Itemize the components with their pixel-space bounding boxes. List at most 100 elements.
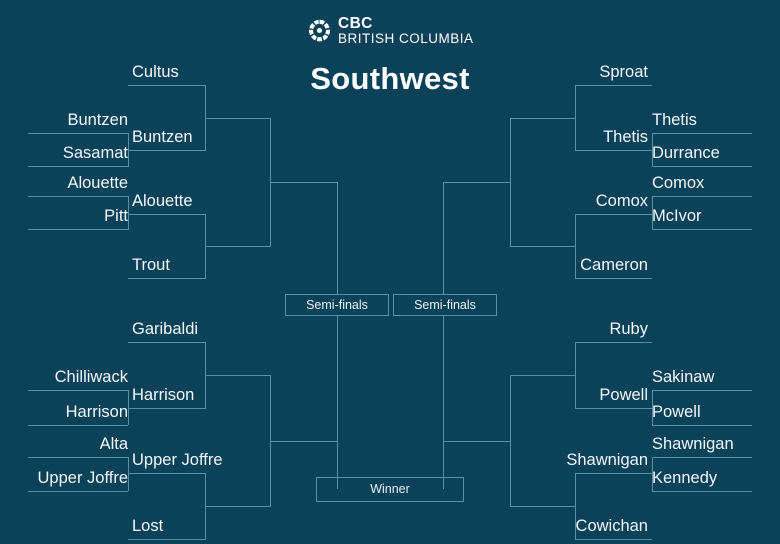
slot-right-r1-1-top[interactable]: Comox [652,170,778,196]
slot-right-r2-1-top[interactable]: Comox [528,188,648,214]
page-header: CBC BRITISH COLUMBIA Southwest [0,0,780,110]
bracket-page: CBC BRITISH COLUMBIA Southwest Buntzen S… [0,0,780,544]
line-right-r1-0-bottom [652,166,752,167]
line-left-r1-1-top [28,196,128,197]
line-right-r2-2-bottom [575,408,652,409]
line-right-r3-1-top [510,375,575,376]
slot-left-r1-0-bottom[interactable]: Sasamat [10,140,128,166]
slot-left-r2-0-bottom[interactable]: Buntzen [132,124,252,150]
line-right-r2-0-bottom [575,150,652,151]
conn-right-r1-0 [652,133,653,167]
line-left-r1-2-top [28,390,128,391]
line-right-r1-1-bottom [652,229,752,230]
slot-left-r1-2-bottom[interactable]: Harrison [10,399,128,425]
slot-right-r1-2-top[interactable]: Sakinaw [652,364,778,390]
slot-right-r2-1-bottom[interactable]: Cameron [528,252,648,278]
line-left-r2-1-top [128,214,205,215]
line-left-r1-2-bottom [28,425,128,426]
line-right-r2-2-top [575,342,652,343]
slot-left-r2-2-bottom[interactable]: Harrison [132,382,252,408]
slot-left-r2-1-bottom[interactable]: Trout [132,252,252,278]
conn-right-r1-3 [652,457,653,491]
slot-left-r2-3-bottom[interactable]: Lost [132,513,252,539]
conn-right-r2-2 [575,342,576,409]
conn-right-r3-1 [510,375,511,507]
line-left-r2-3-bottom [128,539,205,540]
slot-right-r1-1-bottom[interactable]: McIvor [652,203,778,229]
slot-right-r1-0-top[interactable]: Thetis [652,107,778,133]
line-left-r2-0-top [128,85,205,86]
slot-left-r1-3-top[interactable]: Alta [10,431,128,457]
line-right-r3-0-top [510,118,575,119]
slot-right-r2-2-top[interactable]: Ruby [528,316,648,342]
line-right-r2-3-bottom [575,539,652,540]
line-left-semi-bottom [270,441,337,442]
semifinal-left-box[interactable]: Semi-finals [285,294,389,316]
line-left-r1-1-bottom [28,229,128,230]
cbc-gem-icon [308,19,331,42]
slot-right-r2-2-bottom[interactable]: Powell [528,382,648,408]
conn-right-semi-lower [443,316,444,442]
slot-left-r1-2-top[interactable]: Chilliwack [10,364,128,390]
line-left-r1-0-top [28,133,128,134]
conn-left-r1-1 [128,196,129,230]
line-right-r1-0-top [652,133,752,134]
slot-left-r1-1-bottom[interactable]: Pitt [10,203,128,229]
line-right-r1-1-top [652,196,752,197]
line-right-r1-3-bottom [652,491,752,492]
line-left-r1-0-bottom [28,166,128,167]
line-right-r1-2-top [652,390,752,391]
conn-right-r3-0 [510,118,511,247]
line-right-semi-bottom [443,441,510,442]
cbc-logo-wordmark: CBC BRITISH COLUMBIA [338,16,474,46]
line-left-r3-0-top [205,118,270,119]
line-left-r2-0-bottom [128,150,205,151]
conn-left-r1-3 [128,457,129,491]
conn-right-r2-0 [575,85,576,151]
slot-right-r2-3-top[interactable]: Shawnigan [508,447,648,473]
winner-box[interactable]: Winner [316,477,464,502]
line-left-r3-1-bottom [205,506,270,507]
line-left-r2-2-bottom [128,408,205,409]
line-left-r2-2-top [128,342,205,343]
slot-left-r2-1-top[interactable]: Alouette [132,188,252,214]
line-right-r1-3-top [652,457,752,458]
slot-left-r1-1-top[interactable]: Alouette [10,170,128,196]
line-right-r2-1-bottom [575,278,652,279]
slot-right-r2-3-bottom[interactable]: Cowichan [528,513,648,539]
line-right-r1-2-bottom [652,425,752,426]
conn-right-r2-3 [575,473,576,540]
slot-right-r2-0-bottom[interactable]: Thetis [528,124,648,150]
line-left-r3-0-bottom [205,246,270,247]
slot-left-r2-3-top[interactable]: Upper Joffre [132,447,272,473]
line-left-r1-3-bottom [28,491,128,492]
line-right-r2-0-top [575,85,652,86]
conn-left-semi-upper [337,182,338,295]
line-right-r2-1-top [575,214,652,215]
conn-left-semi-lower [337,316,338,442]
line-left-r2-3-top [128,473,205,474]
slot-right-r1-0-bottom[interactable]: Durrance [652,140,778,166]
slot-left-r2-0-top[interactable]: Cultus [132,59,252,85]
line-left-r3-1-top [205,375,270,376]
cbc-logo: CBC BRITISH COLUMBIA [308,16,474,46]
slot-right-r1-2-bottom[interactable]: Powell [652,399,778,425]
brand-name: CBC [338,15,373,32]
line-left-r2-1-bottom [128,278,205,279]
page-title: Southwest [310,61,470,96]
slot-right-r2-0-top[interactable]: Sproat [528,59,648,85]
slot-left-r1-0-top[interactable]: Buntzen [10,107,128,133]
slot-left-r1-3-bottom[interactable]: Upper Joffre [10,465,129,491]
line-right-r3-0-bottom [510,246,575,247]
semifinal-right-box[interactable]: Semi-finals [393,294,497,316]
conn-right-r2-1 [575,214,576,279]
line-right-r2-3-top [575,473,652,474]
line-left-r1-3-top [28,457,128,458]
line-right-semi-top [443,182,510,183]
slot-right-r1-3-bottom[interactable]: Kennedy [652,465,778,491]
conn-right-semi-upper [443,182,444,295]
slot-left-r2-2-top[interactable]: Garibaldi [132,316,252,342]
brand-region: BRITISH COLUMBIA [338,30,474,46]
line-right-r3-1-bottom [510,506,575,507]
slot-right-r1-3-top[interactable]: Shawnigan [652,431,778,457]
